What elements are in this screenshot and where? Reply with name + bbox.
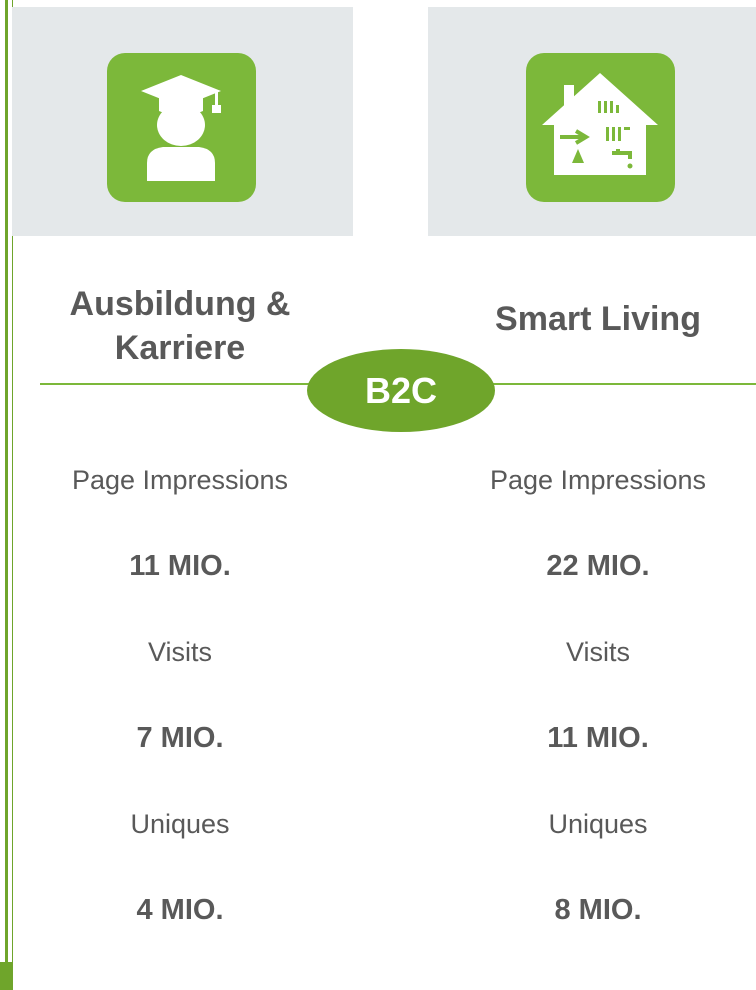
icon-panel-ausbildung <box>12 7 353 236</box>
stat-value-page-impressions: 11 MIO. <box>129 550 231 582</box>
icon-panel-smart-living <box>428 7 756 236</box>
stat-label-page-impressions: Page Impressions <box>489 465 707 495</box>
stat-value-page-impressions: 22 MIO. <box>546 550 650 582</box>
stat-label-uniques: Uniques <box>130 809 230 839</box>
stat-label-visits: Visits <box>147 637 213 667</box>
stat-value-visits: 11 MIO. <box>547 722 649 754</box>
stat-value-visits: 7 MIO. <box>136 722 224 754</box>
stat-label-uniques: Uniques <box>548 809 648 839</box>
category-heading-smart-living: Smart Living <box>495 300 701 338</box>
stats-ausbildung: Page Impressions 11 MIO. Visits 7 MIO. U… <box>20 455 340 971</box>
stat-label-page-impressions: Page Impressions <box>71 465 289 495</box>
heading-line-2: Karriere <box>114 329 246 367</box>
corner-accent <box>0 962 13 990</box>
smart-house-icon <box>526 53 675 202</box>
stat-label-visits: Visits <box>565 637 631 667</box>
stat-value-uniques: 4 MIO. <box>136 894 224 926</box>
segment-badge: B2C <box>307 349 495 432</box>
heading-line-1: Ausbildung & <box>69 285 291 323</box>
stat-value-uniques: 8 MIO. <box>554 894 642 926</box>
graduate-icon <box>107 53 256 202</box>
stats-smart-living: Page Impressions 22 MIO. Visits 11 MIO. … <box>440 455 756 971</box>
frame-border-left <box>5 0 8 962</box>
category-heading-ausbildung: Ausbildung & Karriere <box>20 282 340 370</box>
